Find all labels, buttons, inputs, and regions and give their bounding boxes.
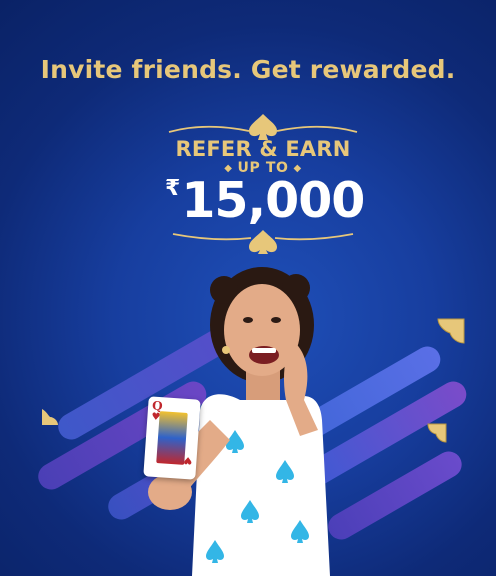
reward-amount: ₹15,000 <box>165 172 365 229</box>
woman-illustration <box>148 267 330 576</box>
playing-card-queen: Q ♥ ♥ <box>143 396 201 480</box>
rupee-symbol: ₹ <box>165 176 180 201</box>
heart-icon: ♥ <box>183 453 193 466</box>
headline: Invite friends. Get rewarded. <box>40 55 456 84</box>
amount-value: 15,000 <box>181 172 365 229</box>
refer-earn-text: REFER & EARN <box>175 137 351 161</box>
spade-icon <box>249 230 277 254</box>
refer-earn-badge: REFER & EARN ◆ UP TO ◆ ₹15,000 <box>165 112 365 254</box>
